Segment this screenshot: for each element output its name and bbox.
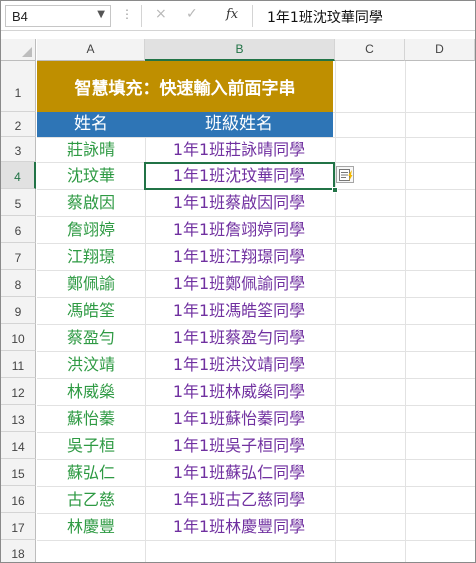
formula-bar: B4 ▼ ⋮ × ✓ fx 1年1班沈玟華同學 <box>1 1 475 31</box>
cancel-icon[interactable]: × <box>155 6 167 22</box>
class-name-cell[interactable]: 1年1班江翔璟同學 <box>145 243 333 270</box>
sheet-title[interactable]: 智慧填充：快速輸入前面字串 <box>37 61 333 112</box>
name-cell[interactable]: 林威燊 <box>37 378 145 405</box>
row-header-6[interactable]: 6 <box>1 216 36 243</box>
row-header-16[interactable]: 16 <box>1 486 36 513</box>
column-header-name[interactable]: 姓名 <box>37 112 145 137</box>
row-header-12[interactable]: 12 <box>1 378 36 405</box>
name-box-value: B4 <box>12 9 28 24</box>
name-cell[interactable]: 詹翊婷 <box>37 216 145 243</box>
class-name-cell[interactable]: 1年1班蔡啟因同學 <box>145 189 333 216</box>
name-cell[interactable]: 林慶豐 <box>37 513 145 540</box>
enter-icon[interactable]: ✓ <box>186 6 198 22</box>
name-cell[interactable]: 蔡盈勻 <box>37 324 145 351</box>
name-box[interactable]: B4 ▼ <box>5 5 111 27</box>
row-header-1[interactable]: 1 <box>1 61 36 112</box>
name-cell[interactable]: 鄭佩諭 <box>37 270 145 297</box>
class-name-cell[interactable]: 1年1班蘇弘仁同學 <box>145 459 333 486</box>
dropdown-arrow-icon[interactable]: ▼ <box>97 9 105 20</box>
name-cell[interactable]: 沈玟華 <box>37 162 145 189</box>
name-cell[interactable]: 古乙慈 <box>37 486 145 513</box>
name-cell[interactable]: 莊詠晴 <box>37 137 145 162</box>
row-header-10[interactable]: 10 <box>1 324 36 351</box>
class-name-cell[interactable]: 1年1班吳子桓同學 <box>145 432 333 459</box>
name-cell[interactable]: 蘇怡蓁 <box>37 405 145 432</box>
row-header-7[interactable]: 7 <box>1 243 36 270</box>
class-name-cell[interactable]: 1年1班蔡盈勻同學 <box>145 324 333 351</box>
gridline-horizontal <box>37 540 475 541</box>
class-name-cell[interactable]: 1年1班莊詠晴同學 <box>145 137 333 162</box>
excel-window: B4 ▼ ⋮ × ✓ fx 1年1班沈玟華同學 ABCD 1 2 3 4 5 6 7 8 9 10… <box>0 0 476 563</box>
row-header-5[interactable]: 5 <box>1 189 36 216</box>
name-cell[interactable]: 蔡啟因 <box>37 189 145 216</box>
name-cell[interactable]: 蘇弘仁 <box>37 459 145 486</box>
name-cell[interactable]: 洪汶靖 <box>37 351 145 378</box>
class-name-cell[interactable]: 1年1班詹翊婷同學 <box>145 216 333 243</box>
row-header-8[interactable]: 8 <box>1 270 36 297</box>
row-header-2[interactable]: 2 <box>1 112 36 137</box>
class-name-cell[interactable]: 1年1班洪汶靖同學 <box>145 351 333 378</box>
column-header-class-name[interactable]: 班級姓名 <box>145 112 333 137</box>
column-header-b[interactable]: B <box>145 39 335 61</box>
class-name-cell[interactable]: 1年1班林威燊同學 <box>145 378 333 405</box>
active-cell-border <box>144 162 338 193</box>
fill-handle[interactable] <box>332 187 338 193</box>
class-name-cell[interactable]: 1年1班馮皓筌同學 <box>145 297 333 324</box>
name-cell[interactable]: 吳子桓 <box>37 432 145 459</box>
column-header-a[interactable]: A <box>37 39 145 61</box>
function-icon[interactable]: fx <box>226 7 238 22</box>
class-name-cell[interactable]: 1年1班鄭佩諭同學 <box>145 270 333 297</box>
row-header-14[interactable]: 14 <box>1 432 36 459</box>
row-header-13[interactable]: 13 <box>1 405 36 432</box>
row-header-18[interactable]: 18 <box>1 540 36 562</box>
formula-bar-grip-icon[interactable]: ⋮ <box>121 7 133 21</box>
class-name-cell[interactable]: 1年1班蘇怡蓁同學 <box>145 405 333 432</box>
row-header-11[interactable]: 11 <box>1 351 36 378</box>
name-cell[interactable]: 馮皓筌 <box>37 297 145 324</box>
row-header-9[interactable]: 9 <box>1 297 36 324</box>
formula-bar-gap <box>1 32 475 39</box>
column-header-c[interactable]: C <box>335 39 405 61</box>
select-all-icon[interactable] <box>1 39 36 61</box>
column-header-d[interactable]: D <box>405 39 475 61</box>
row-header-4[interactable]: 4 <box>1 162 36 189</box>
flash-fill-options-icon[interactable] <box>336 166 354 183</box>
formula-bar-buttons: × ✓ fx <box>141 5 253 27</box>
row-header-3[interactable]: 3 <box>1 137 36 162</box>
row-header-17[interactable]: 17 <box>1 513 36 540</box>
name-cell[interactable]: 江翔璟 <box>37 243 145 270</box>
class-name-cell[interactable]: 1年1班林慶豐同學 <box>145 513 333 540</box>
class-name-cell[interactable]: 1年1班古乙慈同學 <box>145 486 333 513</box>
formula-input[interactable]: 1年1班沈玟華同學 <box>267 7 383 27</box>
row-header-15[interactable]: 15 <box>1 459 36 486</box>
